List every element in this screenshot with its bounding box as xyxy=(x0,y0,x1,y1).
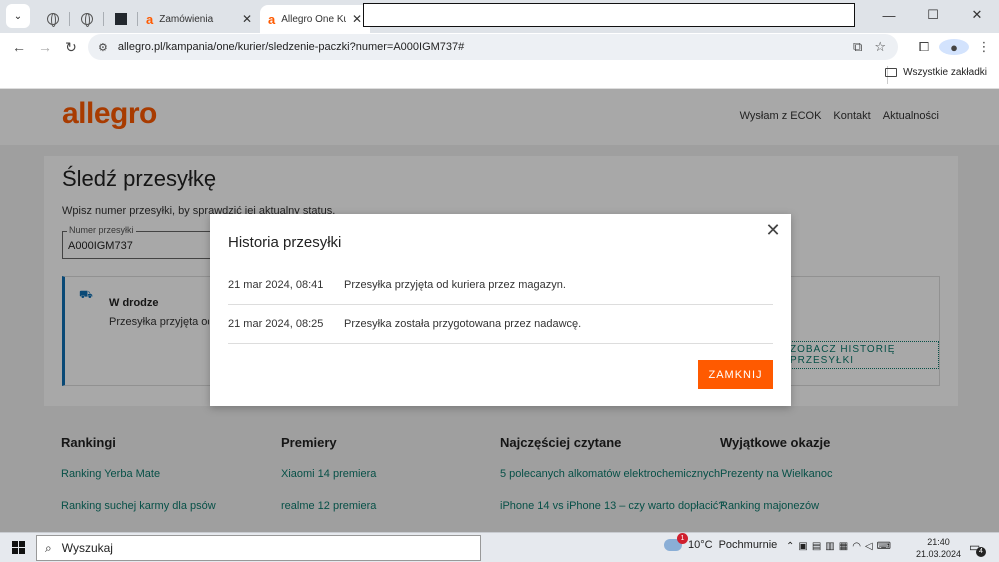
taskbar-search-placeholder: Wyszukaj xyxy=(61,541,113,555)
extensions-icon[interactable]: ⧠ xyxy=(909,39,939,55)
tab-title: Zamówienia xyxy=(159,13,214,25)
clock-time: 21:40 xyxy=(927,537,950,547)
weather-temp: 10°C xyxy=(688,539,713,551)
profile-icon[interactable]: ● xyxy=(939,39,969,55)
url-text[interactable]: allegro.pl/kampania/one/kurier/sledzenie… xyxy=(118,41,853,53)
history-text: Przesyłka została przygotowana przez nad… xyxy=(344,318,582,330)
modal-title: Historia przesyłki xyxy=(228,234,342,251)
tab-pinned-2[interactable] xyxy=(70,5,104,33)
weather-badge: 1 xyxy=(677,533,688,544)
forward-icon[interactable]: → xyxy=(32,39,58,55)
weather-desc: Pochmurnie xyxy=(718,539,778,551)
minimize-icon[interactable]: — xyxy=(867,0,911,30)
bookmark-star-icon[interactable]: ☆ xyxy=(874,39,886,55)
install-app-icon[interactable]: ⧉ xyxy=(853,39,862,55)
notifications-badge: 4 xyxy=(976,547,986,557)
close-icon[interactable]: ✕ xyxy=(352,12,362,26)
close-modal-button[interactable]: ZAMKNIJ xyxy=(698,360,773,389)
close-icon[interactable]: ✕ xyxy=(763,220,783,240)
window-controls: — ☐ ✕ xyxy=(867,0,999,30)
close-icon[interactable]: ✕ xyxy=(242,12,252,26)
close-window-icon[interactable]: ✕ xyxy=(955,0,999,30)
tab-zamowienia[interactable]: a Zamówienia ✕ xyxy=(138,5,260,33)
back-icon[interactable]: ← xyxy=(6,39,32,55)
windows-start-icon[interactable] xyxy=(12,541,25,554)
browser-tabstrip: ⌄ a Zamówienia ✕ a Allegro One Kuri ✕ — … xyxy=(0,0,999,33)
globe-icon xyxy=(81,12,93,27)
chevron-up-icon[interactable]: ⌃ xyxy=(786,541,794,552)
tray-app-icon[interactable]: ▦ xyxy=(839,541,848,552)
site-favicon-icon xyxy=(115,13,127,25)
address-bar[interactable]: ⚙ allegro.pl/kampania/one/kurier/sledzen… xyxy=(88,34,898,60)
clock-date: 21.03.2024 xyxy=(916,549,962,559)
history-list: 21 mar 2024, 08:41 Przesyłka przyjęta od… xyxy=(228,266,773,344)
globe-icon xyxy=(47,12,59,27)
wifi-icon[interactable]: ◠ xyxy=(852,541,861,552)
tray-app-icon[interactable]: ▥ xyxy=(825,541,834,552)
browser-toolbar: ← → ↻ ⚙ allegro.pl/kampania/one/kurier/s… xyxy=(0,33,999,61)
chevron-down-icon: ⌄ xyxy=(13,10,23,22)
weather-widget[interactable]: 1 10°C Pochmurnie xyxy=(664,533,778,551)
search-icon: ⌕ xyxy=(45,540,52,555)
taskbar-search[interactable]: ⌕ Wyszukaj xyxy=(36,535,481,561)
site-settings-icon[interactable]: ⚙ xyxy=(98,41,108,54)
tray-app-icon[interactable]: ▤ xyxy=(812,541,821,552)
tab-allegro-one[interactable]: a Allegro One Kuri ✕ xyxy=(260,5,370,33)
history-date: 21 mar 2024, 08:41 xyxy=(228,279,324,291)
all-bookmarks-button[interactable]: Wszystkie zakładki xyxy=(885,67,987,78)
tab-pinned-3[interactable] xyxy=(104,5,138,33)
allegro-favicon-icon: a xyxy=(268,11,276,27)
history-row: 21 mar 2024, 08:25 Przesyłka została prz… xyxy=(228,305,773,344)
history-modal: Historia przesyłki ✕ 21 mar 2024, 08:41 … xyxy=(210,214,791,406)
tray-app-icon[interactable]: ▣ xyxy=(798,541,807,552)
bookmarks-bar: Wszystkie zakładki xyxy=(0,61,999,89)
blank-overlay-box xyxy=(363,3,855,27)
toolbar-right: ⧠ ● ⋮ xyxy=(909,33,999,61)
clock[interactable]: 21:40 21.03.2024 xyxy=(916,536,961,560)
allegro-favicon-icon: a xyxy=(146,11,154,27)
volume-icon[interactable]: ◁ xyxy=(865,541,873,552)
taskbar: ⌕ Wyszukaj 1 10°C Pochmurnie ⌃ ▣ ▤ ▥ ▦ ◠… xyxy=(0,532,999,562)
folder-icon xyxy=(885,68,898,77)
menu-icon[interactable]: ⋮ xyxy=(969,39,999,55)
maximize-icon[interactable]: ☐ xyxy=(911,0,955,30)
tab-pinned-1[interactable] xyxy=(36,5,70,33)
reload-icon[interactable]: ↻ xyxy=(58,39,84,56)
cloud-icon: 1 xyxy=(664,533,688,551)
all-bookmarks-label: Wszystkie zakładki xyxy=(903,67,987,78)
system-tray: ⌃ ▣ ▤ ▥ ▦ ◠ ◁ ⌨ xyxy=(786,541,891,552)
keyboard-icon[interactable]: ⌨ xyxy=(877,541,891,552)
history-text: Przesyłka przyjęta od kuriera przez maga… xyxy=(344,279,566,291)
tab-search-button[interactable]: ⌄ xyxy=(6,4,30,28)
history-row: 21 mar 2024, 08:41 Przesyłka przyjęta od… xyxy=(228,266,773,305)
history-date: 21 mar 2024, 08:25 xyxy=(228,318,324,330)
tab-title: Allegro One Kuri xyxy=(281,13,346,25)
